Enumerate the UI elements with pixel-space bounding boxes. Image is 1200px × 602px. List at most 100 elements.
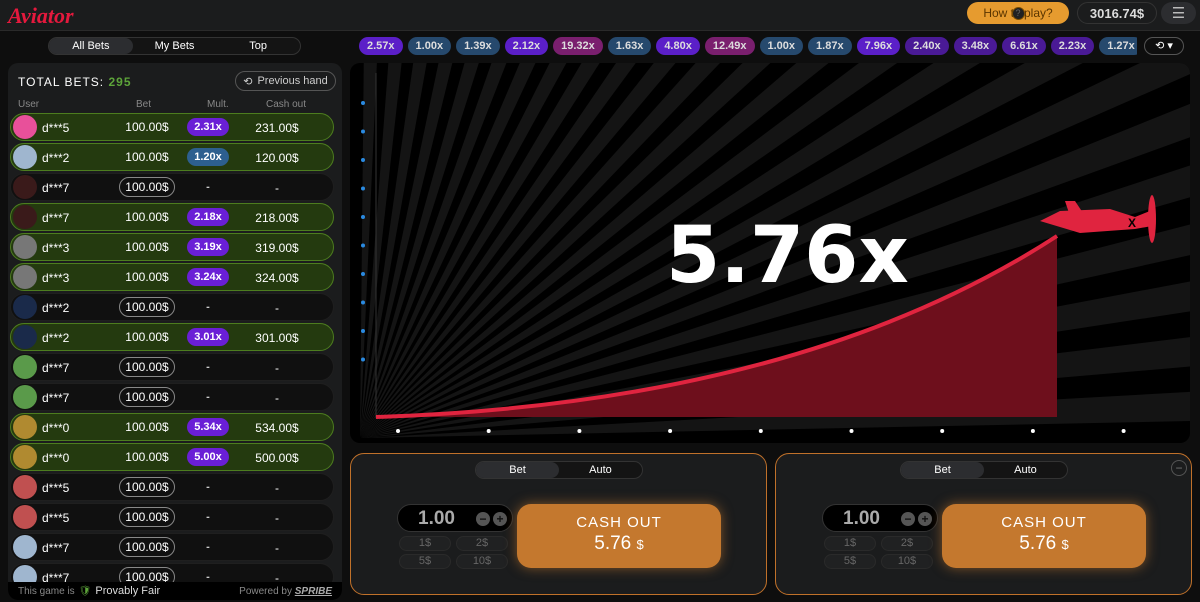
bet-amount-input[interactable]: 1.00 − +	[397, 504, 513, 532]
quick-bet-2[interactable]: 2$	[881, 536, 933, 551]
tab-my-bets[interactable]: My Bets	[133, 38, 217, 54]
history-icon: ⟲	[243, 75, 253, 88]
bet-amount: 100.00$	[125, 330, 169, 344]
cash-out-button[interactable]: CASH OUT 5.76 $	[517, 504, 721, 568]
x-axis-dot	[1121, 429, 1126, 433]
bet-cashout: -	[275, 391, 279, 405]
previous-hand-button[interactable]: ⟲ Previous hand	[235, 71, 336, 91]
history-multiplier-chip[interactable]: 2.23x	[1050, 37, 1095, 55]
footer: This game is 🛡 Provably Fair Powered by …	[8, 582, 342, 600]
bet-amount: 100.00$	[125, 120, 169, 134]
history-multiplier-chip[interactable]: 1.39x	[456, 37, 500, 55]
bet-user: d***2	[42, 331, 70, 345]
total-bets-label: TOTAL BETS:	[18, 75, 105, 89]
avatar	[13, 145, 37, 169]
remove-panel-button[interactable]: −	[1171, 460, 1187, 476]
bet-multiplier: 5.34x	[187, 418, 229, 436]
bet-user: d***0	[42, 421, 70, 435]
bet-amount: 100.00$	[119, 297, 175, 317]
bet-cashout: 319.00$	[255, 241, 299, 255]
history-multiplier-chip[interactable]: 4.80x	[656, 37, 700, 55]
col-cashout: Cash out	[266, 99, 307, 110]
y-axis-dot	[361, 215, 365, 219]
menu-button[interactable]: ☰	[1161, 2, 1196, 24]
col-mult: Mult.	[207, 99, 229, 110]
bet-row: d***5 100.00$ 2.31x 231.00$	[10, 113, 334, 141]
bet-panel-2: Bet Auto − 1.00− + 1$ 2$ 5$ 10$ CASH OUT 5.…	[775, 453, 1192, 595]
tab-all-bets[interactable]: All Bets	[49, 38, 133, 54]
history-multiplier-chip[interactable]: 6.61x	[1002, 37, 1046, 55]
bet-amount: 100.00$	[125, 210, 169, 224]
tab-bet[interactable]: Bet	[901, 462, 984, 478]
game-canvas: X 5.76x	[350, 63, 1190, 443]
avatar	[13, 355, 37, 379]
minus-button[interactable]: −	[901, 512, 915, 526]
plus-button[interactable]: +	[493, 512, 507, 526]
plus-button[interactable]: +	[918, 512, 932, 526]
bets-list: d***5 100.00$ 2.31x 231.00$ d***2 100.00$ 1.20…	[10, 113, 334, 593]
cash-out-button[interactable]: CASH OUT 5.76 $	[942, 504, 1146, 568]
history-multiplier-chip[interactable]: 1.27x	[1099, 37, 1137, 55]
quick-bet-2[interactable]: 2$	[456, 536, 508, 551]
history-multiplier-chip[interactable]: 1.87x	[808, 37, 852, 55]
bet-multiplier: 3.24x	[187, 268, 229, 286]
history-multiplier-chip[interactable]: 2.40x	[905, 37, 949, 55]
tab-auto[interactable]: Auto	[984, 462, 1067, 478]
footer-prefix: This game is	[18, 585, 75, 597]
quick-bet-5[interactable]: 5$	[824, 554, 876, 569]
history-multiplier-chip[interactable]: 1.00x	[407, 37, 452, 55]
tab-top[interactable]: Top	[216, 38, 300, 54]
bet-user: d***2	[42, 301, 70, 315]
history-multiplier-chip[interactable]: 1.63x	[607, 37, 652, 55]
history-multiplier-chip[interactable]: 2.12x	[504, 37, 549, 55]
y-axis-dot	[361, 357, 365, 362]
bet-panel-1: Bet Auto 1.00 − + 1$ 2$ 5$ 10$ CASH OUT 5.76…	[350, 453, 767, 595]
col-bet: Bet	[136, 99, 152, 110]
avatar	[13, 445, 37, 469]
bet-amount-input[interactable]: 1.00 − +	[822, 504, 938, 532]
minus-button[interactable]: −	[476, 512, 490, 526]
bet-user: d***7	[42, 391, 70, 405]
avatar	[13, 475, 37, 499]
history-multiplier-chip[interactable]: 3.48x	[953, 37, 998, 55]
bet-row: d***7 100.00$ - -	[10, 383, 334, 411]
quick-bet-1[interactable]: 1$	[399, 536, 451, 551]
bet-multiplier: -	[206, 391, 210, 403]
question-icon: ?	[1011, 6, 1025, 20]
history-multiplier-chip[interactable]: 19.32x	[553, 37, 603, 55]
bet-row: d***7 100.00$ - -	[10, 353, 334, 381]
how-to-play-button[interactable]: ?How to play?	[967, 2, 1069, 24]
history-multiplier-chip[interactable]: 2.57x	[359, 37, 403, 55]
current-multiplier: 5.76x	[666, 211, 909, 301]
bet-multiplier: 1.20x	[187, 148, 229, 166]
quick-bet-10[interactable]: 10$	[456, 554, 508, 569]
bets-panel: TOTAL BETS: 295 ⟲ Previous hand User Bet …	[8, 63, 342, 600]
avatar	[13, 385, 37, 409]
bet-row: d***3 100.00$ 3.24x 324.00$	[10, 263, 334, 291]
bet-cashout: -	[275, 301, 279, 315]
avatar	[13, 175, 37, 199]
history-toggle-button[interactable]: ⟲ ▾	[1144, 37, 1184, 55]
history-multiplier-chip[interactable]: 7.96x	[856, 37, 901, 55]
quick-bet-10[interactable]: 10$	[881, 554, 933, 569]
x-axis-dot	[1030, 429, 1035, 433]
quick-bet-5[interactable]: 5$	[399, 554, 451, 569]
history-multiplier-chip[interactable]: 1.00x	[759, 37, 804, 55]
spribe-logo[interactable]: SPRIBE	[295, 586, 332, 597]
bet-user: d***7	[42, 361, 70, 375]
y-axis-dot	[361, 158, 365, 162]
tab-bet[interactable]: Bet	[476, 462, 559, 478]
bet-cashout: 120.00$	[255, 151, 299, 165]
currency: $	[636, 537, 644, 552]
x-axis-dot	[849, 429, 854, 433]
bet-row: d***7 100.00$ - -	[10, 173, 334, 201]
provably-fair-link[interactable]: Provably Fair	[95, 585, 160, 597]
cash-out-label: CASH OUT	[1001, 514, 1087, 531]
x-axis-dot	[577, 429, 582, 433]
history-multiplier-chip[interactable]: 12.49x	[704, 37, 755, 55]
tab-auto[interactable]: Auto	[559, 462, 642, 478]
bet-row: d***7 100.00$ - -	[10, 533, 334, 561]
quick-bet-1[interactable]: 1$	[824, 536, 876, 551]
aviator-logo: Aviator	[8, 3, 74, 28]
balance: 3016.74$	[1077, 2, 1157, 24]
